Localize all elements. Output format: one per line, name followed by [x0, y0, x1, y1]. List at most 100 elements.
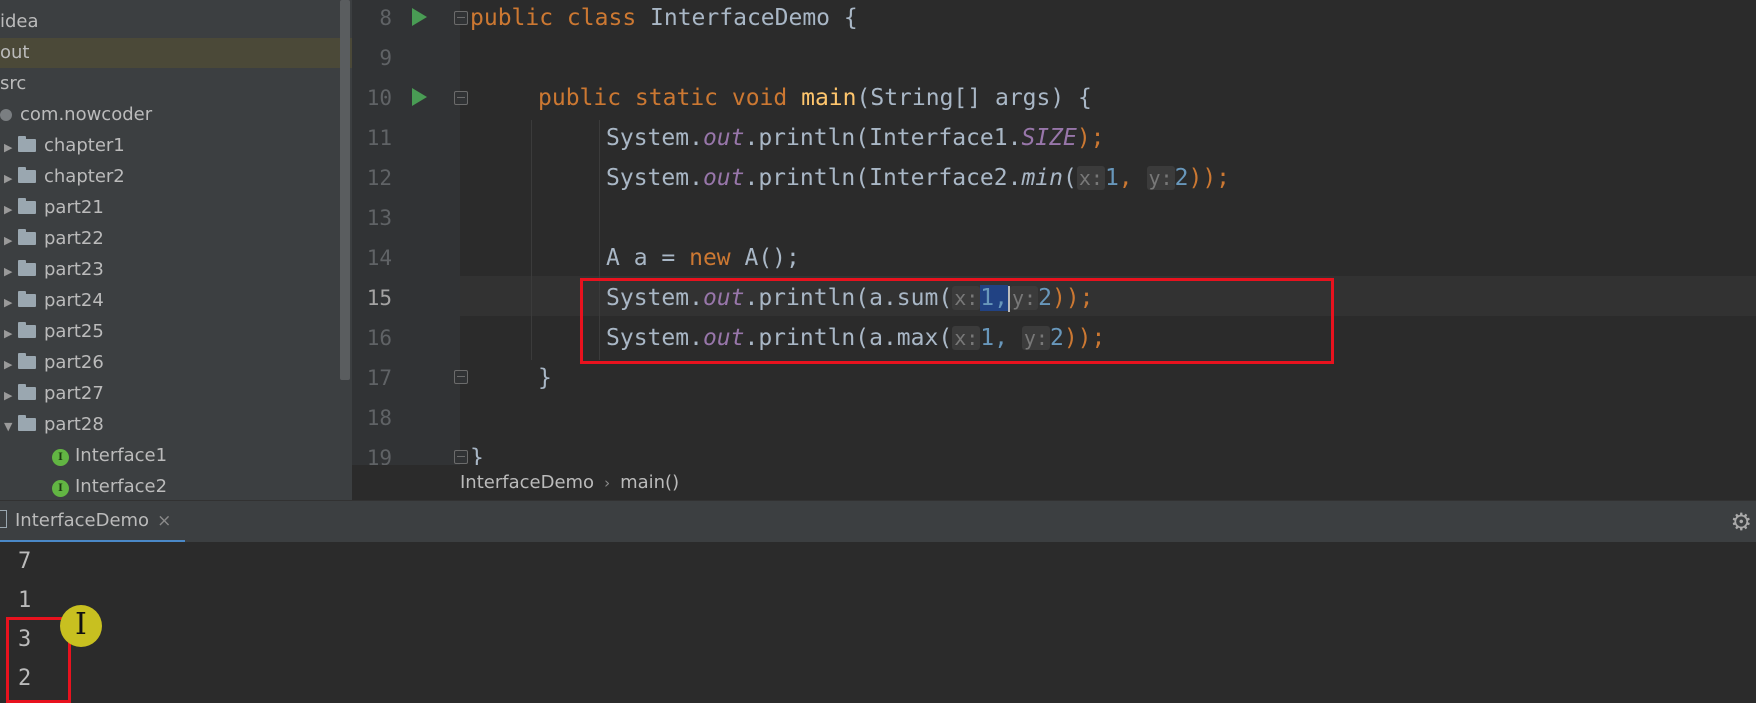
- tree-item-interface1[interactable]: I Interface1: [52, 441, 167, 471]
- code-line-10[interactable]: public static void main(String[] args) {: [538, 78, 1092, 118]
- fold-icon[interactable]: [454, 450, 468, 464]
- tree-item-chapter1[interactable]: ▶ chapter1: [4, 131, 125, 161]
- line-number: 14: [366, 246, 392, 270]
- fold-icon[interactable]: [454, 370, 468, 384]
- run-class-icon[interactable]: [412, 8, 427, 26]
- line-number: 8: [379, 6, 392, 30]
- code-line-12[interactable]: System.out.println(Interface2.min(x:1, y…: [606, 158, 1230, 198]
- highlight-box: [580, 278, 1334, 364]
- tree-item-label: Interface2: [75, 476, 168, 497]
- tree-item-src[interactable]: src: [0, 69, 26, 99]
- tree-item-chapter2[interactable]: ▶ chapter2: [4, 162, 125, 192]
- expand-arrow-icon[interactable]: ▶: [4, 288, 18, 318]
- tree-item-idea[interactable]: idea: [0, 7, 39, 37]
- run-config-icon: [0, 510, 7, 528]
- interface-icon: I: [52, 449, 69, 466]
- indent-guide: [531, 120, 532, 360]
- fold-icon[interactable]: [454, 91, 468, 105]
- code-line-8[interactable]: public class InterfaceDemo {: [470, 0, 858, 38]
- cursor-ibeam-icon: I: [75, 607, 87, 642]
- run-main-icon[interactable]: [412, 88, 427, 106]
- line-number-current: 15: [366, 286, 392, 310]
- tree-item-interface2[interactable]: I Interface2: [52, 472, 167, 500]
- project-sidebar: idea out src com.nowcoder ▶ chapter1 ▶ cha…: [0, 0, 352, 500]
- tree-item-part23[interactable]: ▶ part23: [4, 255, 104, 285]
- code-line-19[interactable]: }: [470, 438, 484, 465]
- code-token: min: [1021, 165, 1063, 191]
- code-token: public static void: [538, 85, 788, 111]
- tree-item-part21[interactable]: ▶ part21: [4, 193, 104, 223]
- code-token: System.: [606, 165, 703, 191]
- tree-item-part24[interactable]: ▶ part24: [4, 286, 104, 316]
- folder-icon: [18, 353, 36, 369]
- param-hint: y:: [1146, 166, 1175, 190]
- code-token: ,: [1118, 165, 1133, 191]
- code-line-17[interactable]: }: [538, 358, 552, 398]
- tree-item-label: src: [0, 73, 27, 94]
- tree-item-part25[interactable]: ▶ part25: [4, 317, 104, 347]
- code-line-11[interactable]: System.out.println(Interface1.SIZE);: [606, 118, 1105, 158]
- code-token: InterfaceDemo {: [636, 5, 858, 31]
- tree-item-part26[interactable]: ▶ part26: [4, 348, 104, 378]
- folder-icon: [18, 136, 36, 152]
- tree-item-label: out: [0, 42, 30, 63]
- expand-arrow-icon[interactable]: ▶: [4, 164, 18, 194]
- tree-item-label: chapter1: [44, 135, 125, 156]
- line-number: 16: [366, 326, 392, 350]
- line-number: 19: [366, 446, 392, 465]
- code-token: (String[] args) {: [856, 85, 1092, 111]
- fold-icon[interactable]: [454, 11, 468, 25]
- tree-item-part27[interactable]: ▶ part27: [4, 379, 104, 409]
- package-icon: [0, 109, 12, 121]
- tree-item-part28[interactable]: ▼ part28: [4, 410, 104, 440]
- sidebar-scrollbar[interactable]: [340, 0, 350, 380]
- expand-arrow-icon[interactable]: ▶: [4, 226, 18, 256]
- tree-item-com-nowcoder[interactable]: com.nowcoder: [0, 100, 152, 130]
- collapse-arrow-icon[interactable]: ▼: [4, 412, 18, 442]
- code-line-14[interactable]: A a = new A();: [606, 238, 800, 278]
- expand-arrow-icon[interactable]: ▶: [4, 133, 18, 163]
- code-token: A();: [730, 245, 800, 271]
- run-tab-label: InterfaceDemo: [15, 510, 150, 531]
- code-token: A a =: [606, 245, 690, 271]
- code-token: }: [470, 445, 484, 465]
- breadcrumb-separator: ›: [604, 474, 611, 492]
- expand-arrow-icon[interactable]: ▶: [4, 195, 18, 225]
- run-tool-window-header: InterfaceDemo × ⚙: [0, 500, 1756, 543]
- breadcrumb-class[interactable]: InterfaceDemo: [460, 472, 594, 493]
- expand-arrow-icon[interactable]: ▶: [4, 257, 18, 287]
- console-line: 7: [18, 549, 32, 574]
- close-icon[interactable]: ×: [157, 511, 171, 531]
- code-token: 2: [1174, 165, 1189, 191]
- expand-arrow-icon[interactable]: ▶: [4, 381, 18, 411]
- tree-item-label: part26: [44, 352, 104, 373]
- folder-icon: [18, 322, 36, 338]
- folder-icon: [18, 167, 36, 183]
- code-token: );: [1076, 125, 1105, 151]
- breadcrumb-method[interactable]: main(): [620, 472, 679, 493]
- folder-icon: [18, 198, 36, 214]
- tree-item-label: part25: [44, 321, 104, 342]
- tree-item-label: chapter2: [44, 166, 125, 187]
- code-token: SIZE: [1021, 125, 1077, 151]
- line-number: 9: [379, 46, 392, 70]
- expand-arrow-icon[interactable]: ▶: [4, 350, 18, 380]
- code-token: main: [801, 85, 857, 111]
- code-token: new: [689, 245, 731, 271]
- code-token: out: [702, 165, 745, 191]
- code-editor[interactable]: 8 9 10 11 12 13 14 15 16 17 18 19 public…: [352, 0, 1756, 465]
- console-output[interactable]: 7 1 3 2: [0, 542, 1756, 702]
- expand-arrow-icon[interactable]: ▶: [4, 319, 18, 349]
- folder-icon: [18, 291, 36, 307]
- gear-icon[interactable]: ⚙: [1730, 509, 1752, 535]
- tree-item-out[interactable]: out: [0, 38, 352, 68]
- tree-item-label: part21: [44, 197, 104, 218]
- editor-gutter: 8 9 10 11 12 13 14 15 16 17 18 19: [352, 0, 468, 465]
- line-number: 17: [366, 366, 392, 390]
- tree-item-label: part24: [44, 290, 104, 311]
- tree-item-label: Interface1: [75, 445, 168, 466]
- tree-item-part22[interactable]: ▶ part22: [4, 224, 104, 254]
- tab-interfacedemo[interactable]: InterfaceDemo ×: [0, 501, 185, 543]
- code-token: (: [1062, 165, 1077, 191]
- code-token: .println(Interface2.: [744, 165, 1022, 191]
